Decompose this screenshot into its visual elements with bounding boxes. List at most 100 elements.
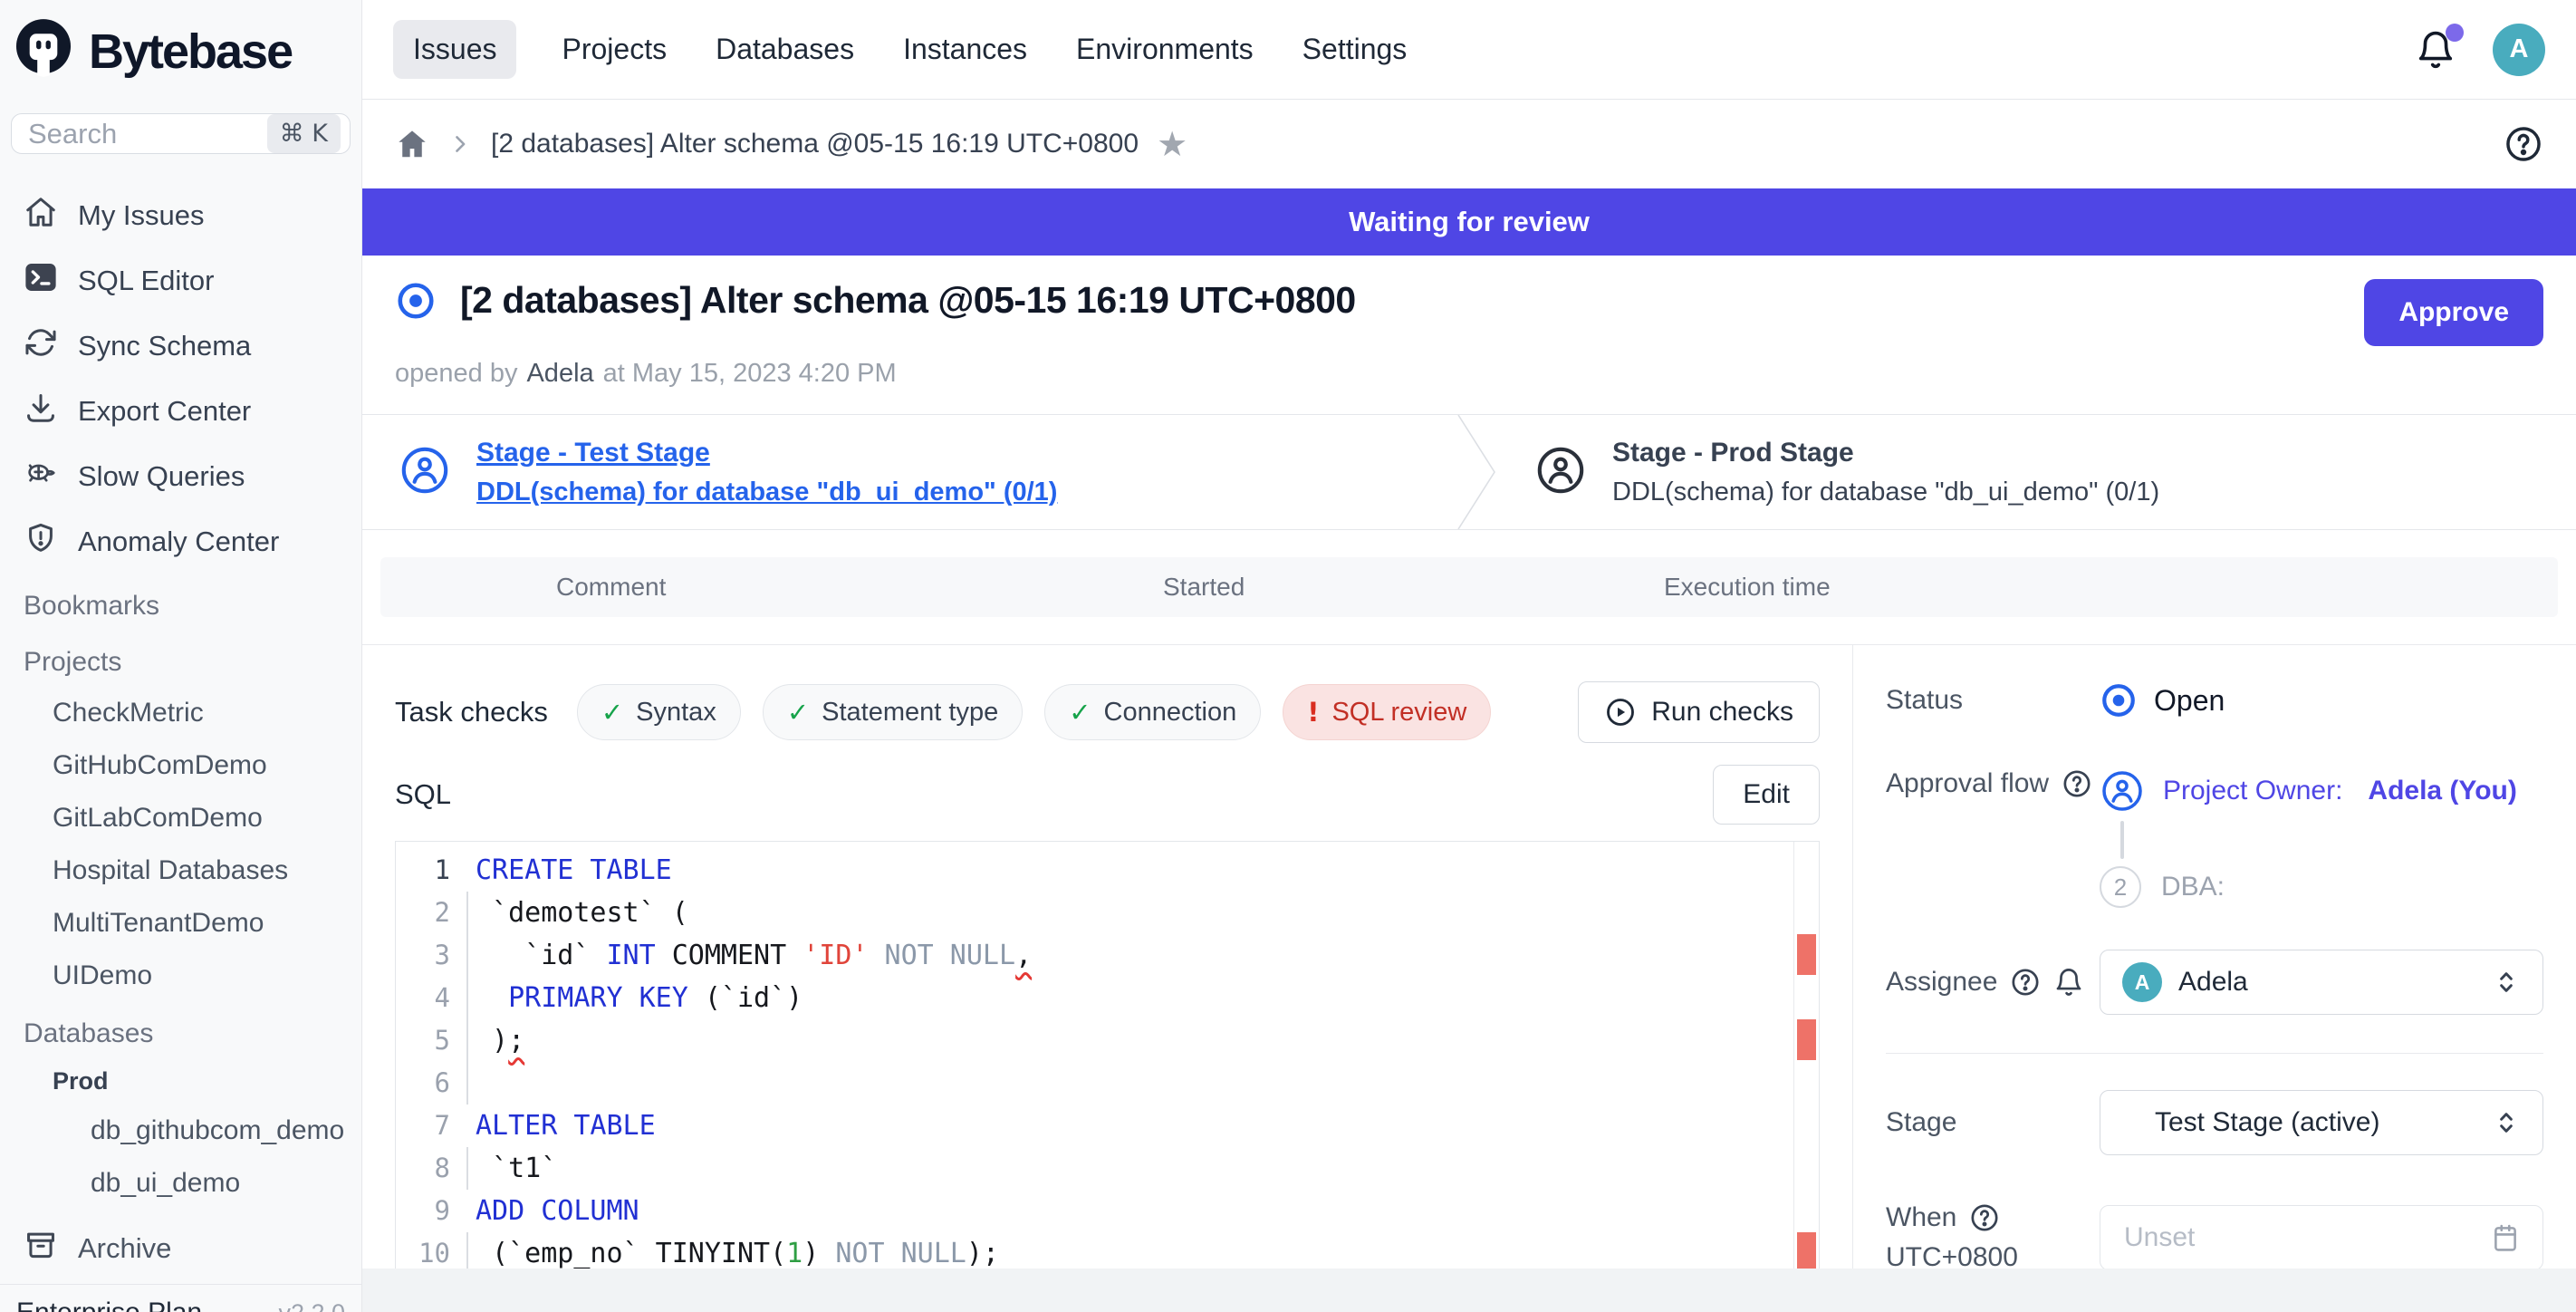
approve-button[interactable]: Approve — [2364, 279, 2543, 346]
when-input-field[interactable] — [2122, 1221, 2490, 1254]
sidebar-item-anomaly-center[interactable]: Anomaly Center — [9, 509, 352, 574]
sidebar-item-my-issues[interactable]: My Issues — [9, 183, 352, 248]
sidebar-item-label: Slow Queries — [78, 460, 245, 493]
when-label: When — [1886, 1202, 2100, 1233]
sidebar-item-label: SQL Editor — [78, 265, 214, 297]
user-avatar[interactable]: A — [2493, 24, 2545, 76]
check-sql-review[interactable]: ! SQL review — [1283, 684, 1491, 740]
check-label: Statement type — [822, 698, 998, 728]
bytebase-logo-icon — [13, 16, 74, 86]
sidebar-item-label: Export Center — [78, 395, 251, 428]
opened-timestamp: at May 15, 2023 4:20 PM — [603, 359, 897, 388]
sidebar-project-multitenantdemo[interactable]: MultiTenantDemo — [0, 897, 361, 950]
stage-select[interactable]: Test Stage (active) — [2100, 1090, 2543, 1155]
tab-issues[interactable]: Issues — [393, 20, 516, 79]
sidebar-item-sql-editor[interactable]: SQL Editor — [9, 248, 352, 314]
issue-title: [2 databases] Alter schema @05-15 16:19 … — [460, 279, 1356, 322]
when-datetime-input[interactable] — [2100, 1205, 2543, 1270]
open-status-icon — [2100, 681, 2138, 719]
logo[interactable]: Bytebase — [0, 0, 361, 90]
sql-section-header: SQL Edit — [395, 765, 1820, 825]
error-marker-strip — [1793, 842, 1819, 1284]
task-checks-label: Task checks — [395, 696, 548, 728]
sidebar-footer[interactable]: Enterprise Plan v2.2.0 — [0, 1284, 361, 1312]
home-icon[interactable] — [395, 127, 429, 161]
sidebar-project-githubcomdemo[interactable]: GitHubComDemo — [0, 739, 361, 792]
code-line: 5 ); — [396, 1019, 1792, 1062]
code-line: 2 `demotest` ( — [396, 892, 1792, 934]
calendar-icon — [2490, 1222, 2521, 1253]
edit-sql-button[interactable]: Edit — [1713, 765, 1820, 825]
help-icon[interactable] — [2504, 124, 2543, 164]
check-syntax[interactable]: ✓ Syntax — [577, 684, 741, 740]
shield-icon — [24, 521, 58, 563]
task-table-header: Comment Started Execution time — [380, 557, 2558, 617]
check-fail-icon: ! — [1307, 697, 1319, 728]
sidebar-item-label: Archive — [78, 1232, 171, 1265]
stage-title: Stage - Prod Stage — [1612, 438, 2159, 468]
bookmark-star-icon[interactable]: ★ — [1157, 127, 1187, 161]
tab-projects[interactable]: Projects — [558, 20, 670, 79]
stage-prod-stage[interactable]: Stage - Prod Stage DDL(schema) for datab… — [1498, 415, 2196, 529]
error-marker — [1797, 934, 1816, 975]
check-connection[interactable]: ✓ Connection — [1044, 684, 1261, 740]
sidebar-item-sync-schema[interactable]: Sync Schema — [9, 314, 352, 379]
issue-header: [2 databases] Alter schema @05-15 16:19 … — [362, 256, 2576, 352]
sidebar-db-githubcom-demo[interactable]: db_githubcom_demo — [0, 1105, 361, 1157]
stage-test-stage[interactable]: Stage - Test Stage DDL(schema) for datab… — [362, 415, 1455, 529]
task-checks-row: Task checks ✓ Syntax ✓ Statement type ✓ … — [395, 681, 1820, 743]
sidebar-project-uidemo[interactable]: UIDemo — [0, 950, 361, 1002]
step-number-badge: 2 — [2100, 866, 2141, 908]
check-pass-icon: ✓ — [601, 697, 623, 728]
notification-bell-icon[interactable] — [2415, 29, 2456, 71]
approver-name: Adela (You) — [2368, 776, 2516, 806]
search-input[interactable] — [26, 117, 267, 151]
tab-instances[interactable]: Instances — [899, 20, 1031, 79]
sidebar-item-archive[interactable]: Archive — [0, 1213, 361, 1284]
sidebar-project-checkmetric[interactable]: CheckMetric — [0, 687, 361, 739]
stage-title[interactable]: Stage - Test Stage — [476, 438, 1057, 468]
check-label: SQL review — [1331, 698, 1466, 728]
assignee-row: Assignee A Adela — [1886, 950, 2543, 1015]
sidebar-project-gitlabcomdemo[interactable]: GitLabComDemo — [0, 792, 361, 844]
help-icon — [2062, 768, 2092, 799]
issue-author: Adela — [526, 359, 593, 388]
tab-databases[interactable]: Databases — [712, 20, 858, 79]
approver-icon — [2100, 768, 2145, 814]
sidebar-item-slow-queries[interactable]: Slow Queries — [9, 444, 352, 509]
assignee-select[interactable]: A Adela — [2100, 950, 2543, 1015]
assignee-avatar: A — [2122, 962, 2162, 1002]
help-icon — [2010, 967, 2041, 998]
tab-settings[interactable]: Settings — [1299, 20, 1411, 79]
code-line: 7ALTER TABLE — [396, 1105, 1792, 1147]
pipeline-stages: Stage - Test Stage DDL(schema) for datab… — [362, 414, 2576, 530]
sidebar-db-group-prod: Prod — [0, 1058, 361, 1105]
run-checks-button[interactable]: Run checks — [1578, 681, 1820, 743]
sidebar-section-bookmarks: Bookmarks — [0, 574, 361, 631]
issue-meta: opened by Adela at May 15, 2023 4:20 PM — [362, 352, 2576, 414]
top-navigation: Issues Projects Databases Instances Envi… — [362, 0, 2576, 100]
search-box[interactable]: ⌘ K — [11, 113, 351, 154]
opened-prefix: opened by — [395, 359, 517, 388]
code-line: 9ADD COLUMN — [396, 1190, 1792, 1232]
approval-step-2: 2 DBA: — [2100, 866, 2543, 908]
approval-connector — [2120, 821, 2124, 859]
tab-environments[interactable]: Environments — [1072, 20, 1257, 79]
issue-open-status-icon — [395, 280, 437, 322]
breadcrumb: [2 databases] Alter schema @05-15 16:19 … — [362, 100, 2576, 188]
sidebar-db-ui-demo[interactable]: db_ui_demo — [0, 1157, 361, 1210]
error-marker — [1797, 1232, 1816, 1273]
when-row: When UTC+0800 — [1886, 1202, 2543, 1273]
notification-dot — [2446, 24, 2464, 42]
download-icon — [24, 391, 58, 432]
stage-task-link[interactable]: DDL(schema) for database "db_ui_demo" (0… — [476, 478, 1057, 507]
sidebar-project-hospital-databases[interactable]: Hospital Databases — [0, 844, 361, 897]
check-statement-type[interactable]: ✓ Statement type — [763, 684, 1023, 740]
sidebar-item-export-center[interactable]: Export Center — [9, 379, 352, 444]
stage-assignee-icon — [1534, 444, 1587, 501]
terminal-icon — [24, 260, 58, 302]
stage-select-row: Stage Test Stage (active) — [1886, 1090, 2543, 1155]
status-value: Open — [2154, 684, 2225, 718]
approval-step-1[interactable]: Project Owner:Adela (You) — [2100, 768, 2543, 814]
assignee-value: Adela — [2178, 967, 2248, 998]
